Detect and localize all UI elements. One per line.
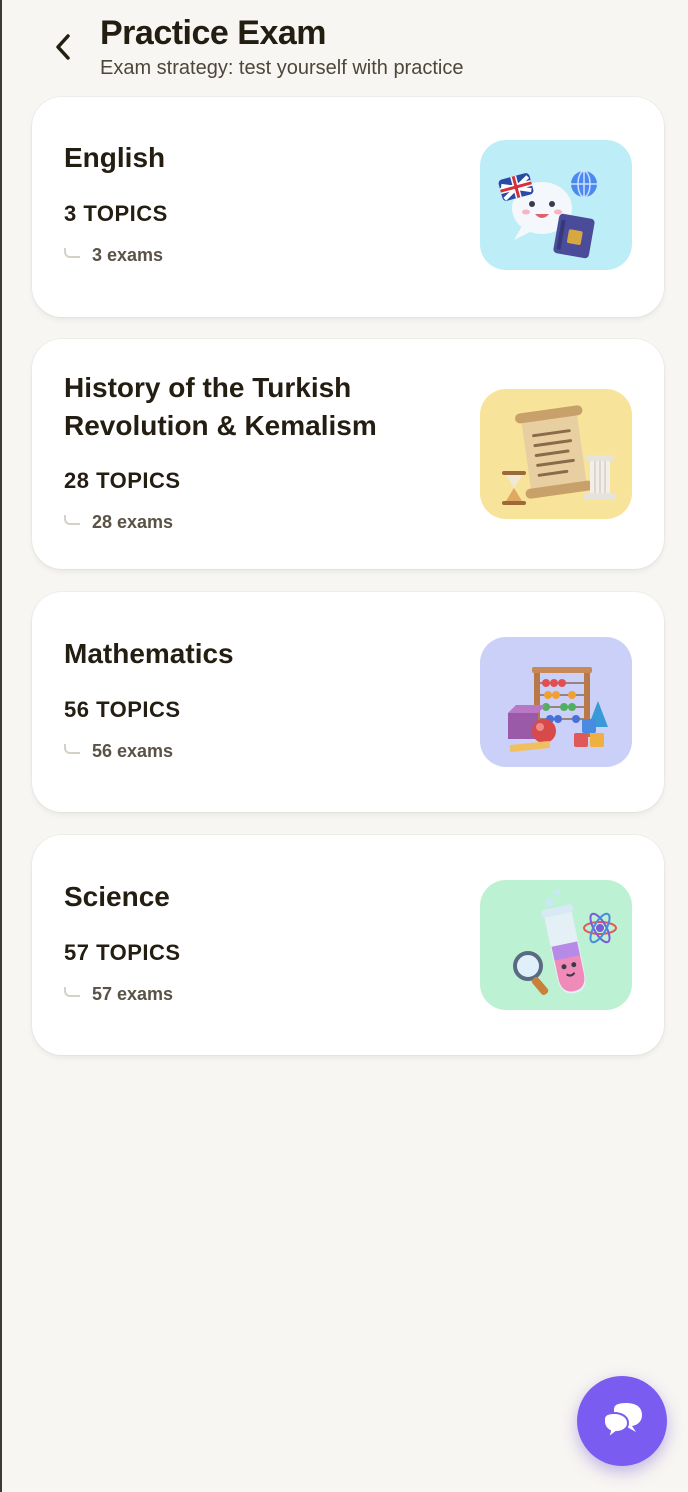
subject-exams-count: 3 exams <box>64 245 163 266</box>
subject-card-mathematics[interactable]: Mathematics 56 TOPICS 56 exams <box>32 592 664 812</box>
subject-title: History of the Turkish Revolution & Kema… <box>64 372 377 441</box>
subject-exams-count: 28 exams <box>64 512 173 533</box>
english-illustration-icon <box>480 140 632 270</box>
page-title: Practice Exam <box>100 14 327 52</box>
subject-topics-count: 57 TOPICS <box>64 940 181 965</box>
subject-exams-label: 56 exams <box>92 741 174 761</box>
subject-topics-count: 28 TOPICS <box>64 468 181 493</box>
branch-icon <box>64 743 80 754</box>
branch-icon <box>64 986 80 997</box>
header: Practice Exam Exam strategy: test yourse… <box>2 0 688 90</box>
subject-topics-count: 56 TOPICS <box>64 697 181 722</box>
subject-card-english[interactable]: English 3 TOPICS 3 exams <box>32 97 664 317</box>
chat-button[interactable] <box>577 1376 667 1466</box>
subject-exams-count: 57 exams <box>64 984 173 1005</box>
subject-title: Mathematics <box>64 638 234 669</box>
subject-exams-label: 28 exams <box>92 512 174 532</box>
chat-bubbles-icon <box>603 1403 642 1441</box>
subject-exams-count: 56 exams <box>64 741 173 762</box>
subject-title: English <box>64 142 166 173</box>
chevron-left-icon <box>56 34 70 60</box>
subject-title: Science <box>64 881 170 912</box>
subject-exams-label: 3 exams <box>92 245 164 265</box>
back-button[interactable] <box>46 28 80 66</box>
subject-topics-count: 3 TOPICS <box>64 201 168 226</box>
subject-exams-label: 57 exams <box>92 984 174 1004</box>
page-subtitle: Exam strategy: test yourself with practi… <box>100 57 464 79</box>
subject-card-history[interactable]: History of the Turkish Revolution & Kema… <box>32 339 664 569</box>
history-scroll-illustration-icon <box>480 389 632 519</box>
branch-icon <box>64 247 80 258</box>
math-abacus-illustration-icon <box>480 637 632 767</box>
subject-card-science[interactable]: Science 57 TOPICS 57 exams <box>32 835 664 1055</box>
branch-icon <box>64 514 80 525</box>
science-flask-illustration-icon <box>480 880 632 1010</box>
